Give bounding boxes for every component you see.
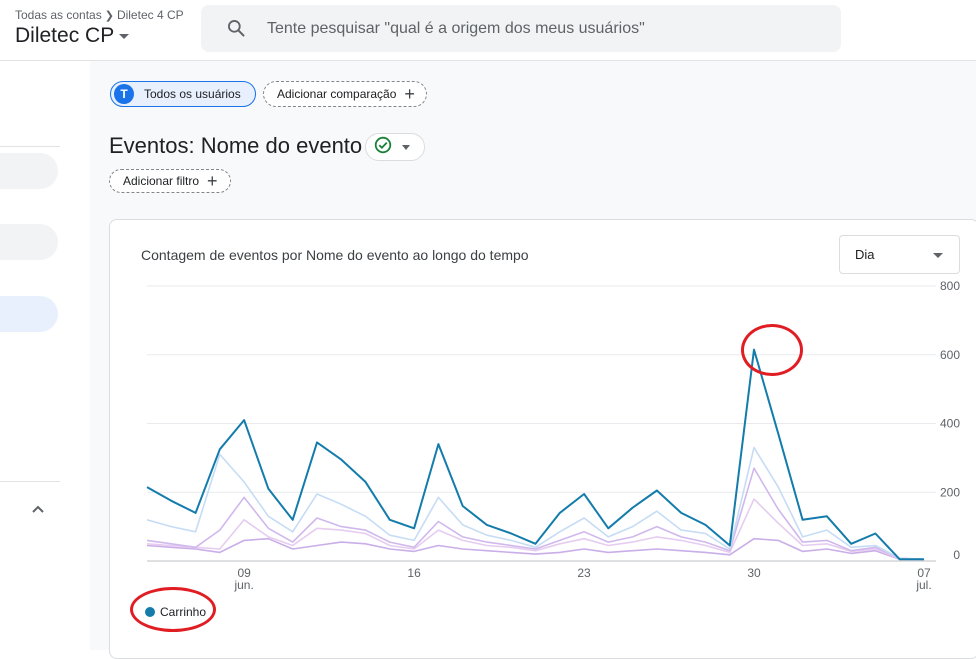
sidebar-item[interactable] [0, 224, 58, 260]
sidebar [0, 61, 90, 650]
segment-label: Todos os usuários [144, 87, 241, 101]
report-main: T Todos os usuários Adicionar comparação… [90, 61, 976, 659]
y-tick-label: 0 [953, 548, 960, 562]
x-tick-label: 16 [407, 566, 421, 580]
top-bar: Todas as contas ❯ Diletec 4 CP Diletec CP [0, 0, 976, 61]
chart-card: Contagem de eventos por Nome do evento a… [109, 219, 976, 659]
y-tick-label: 600 [940, 348, 960, 362]
caret-down-icon [402, 144, 410, 150]
add-comparison-label: Adicionar comparação [277, 87, 397, 101]
search-icon [226, 18, 246, 43]
x-tick-sublabel: jul. [915, 578, 931, 592]
plus-icon: + [207, 171, 218, 191]
legend-dot [145, 607, 155, 617]
property-selector[interactable]: Diletec CP [15, 24, 130, 48]
segment-avatar: T [114, 84, 134, 104]
add-comparison-button[interactable]: Adicionar comparação + [263, 81, 427, 107]
x-tick-label: 30 [747, 566, 761, 580]
series-line-1 [146, 348, 924, 561]
breadcrumb-property[interactable]: Diletec 4 CP [117, 8, 184, 22]
chevron-up-icon[interactable] [32, 500, 44, 518]
check-circle-icon [374, 136, 392, 159]
y-tick-label: 400 [940, 417, 960, 431]
search-bar[interactable] [201, 5, 841, 52]
sidebar-item-active[interactable] [0, 296, 58, 332]
add-filter-button[interactable]: Adicionar filtro + [109, 169, 231, 193]
chevron-right-icon: ❯ [104, 10, 114, 22]
x-tick-label: 23 [577, 566, 591, 580]
line-chart: 020040060080009jun.16 23 30 07jul. [146, 279, 960, 592]
breadcrumb-account[interactable]: Todas as contas [15, 8, 102, 22]
search-input[interactable] [265, 13, 829, 45]
sidebar-divider [0, 146, 60, 147]
y-tick-label: 800 [940, 279, 960, 293]
x-tick-sublabel: jun. [233, 578, 253, 592]
add-filter-label: Adicionar filtro [123, 174, 200, 188]
caret-down-icon [119, 33, 130, 39]
breadcrumb[interactable]: Todas as contas ❯ Diletec 4 CP [15, 8, 184, 22]
legend-label: Carrinho [160, 605, 207, 619]
sidebar-divider [0, 481, 60, 482]
plus-icon: + [404, 84, 415, 104]
property-name: Diletec CP [15, 24, 115, 47]
sidebar-section-header[interactable] [0, 153, 58, 189]
y-tick-label: 200 [940, 485, 960, 499]
page-title: Eventos: Nome do evento [109, 133, 363, 158]
chart-legend[interactable]: Carrinho [145, 605, 206, 619]
segment-chip[interactable]: T Todos os usuários [110, 81, 256, 107]
report-status-dropdown[interactable] [365, 133, 425, 161]
